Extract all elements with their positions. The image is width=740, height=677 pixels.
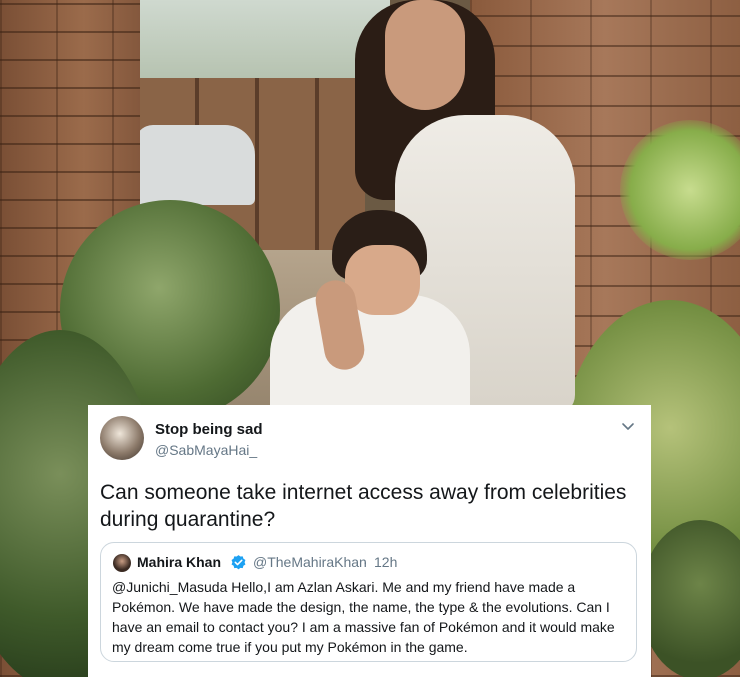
quoted-tweet-text: @Junichi_Masuda Hello,I am Azlan Askari.… bbox=[112, 579, 615, 655]
quoted-user-avatar[interactable] bbox=[113, 554, 131, 572]
quoted-user-display-name[interactable]: Mahira Khan bbox=[137, 554, 221, 570]
quoted-user-handle[interactable]: @TheMahiraKhan bbox=[253, 554, 367, 570]
tweet-text: Can someone take internet access away fr… bbox=[100, 481, 627, 531]
photo-woman-face bbox=[385, 0, 465, 110]
separator-dot: · bbox=[363, 554, 368, 570]
chevron-down-icon[interactable] bbox=[621, 419, 635, 433]
quoted-tweet[interactable]: Mahira Khan @TheMahiraKhan · 12h @Junich… bbox=[100, 542, 637, 662]
user-display-name[interactable]: Stop being sad bbox=[155, 421, 263, 438]
user-handle[interactable]: @SabMayaHai_ bbox=[155, 442, 257, 458]
tweet-card[interactable]: Stop being sad @SabMayaHai_ Can someone … bbox=[88, 405, 651, 677]
verified-badge-icon bbox=[231, 555, 246, 570]
quoted-tweet-timestamp[interactable]: 12h bbox=[374, 554, 397, 570]
photo-car bbox=[135, 125, 255, 205]
user-avatar[interactable] bbox=[100, 416, 144, 460]
